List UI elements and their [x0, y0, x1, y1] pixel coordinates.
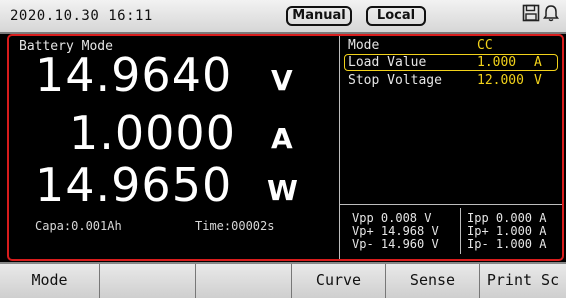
capacity-readout: Capa:0.001Ah: [35, 219, 122, 233]
load-value-unit: A: [534, 55, 542, 70]
ip-minus-readout: Ip- 1.000 A: [467, 237, 547, 251]
stop-voltage-label[interactable]: Stop Voltage: [348, 73, 442, 88]
power-unit: W: [267, 174, 298, 207]
softkey-blank-2[interactable]: [196, 264, 292, 298]
softkey-mode[interactable]: Mode: [0, 264, 100, 298]
load-value-field[interactable]: 1.000: [477, 55, 516, 70]
mode-param-value[interactable]: CC: [477, 38, 493, 53]
current-readout: 1.0000: [69, 106, 236, 160]
elapsed-time: Time:00002s: [195, 219, 275, 233]
load-value-label[interactable]: Load Value: [348, 55, 426, 70]
softkey-blank-1[interactable]: [100, 264, 196, 298]
divider-horizontal: [340, 204, 562, 205]
softkey-bar: Mode Curve Sense Print Sc: [0, 262, 566, 298]
stop-voltage-unit: V: [534, 73, 542, 88]
voltage-unit: V: [271, 64, 293, 97]
softkey-sense[interactable]: Sense: [386, 264, 480, 298]
stats-divider: [460, 208, 461, 254]
manual-pill[interactable]: Manual: [286, 6, 352, 26]
save-icon: [522, 4, 540, 26]
bell-icon: [542, 4, 560, 26]
current-unit: A: [271, 122, 293, 155]
stop-voltage-field[interactable]: 12.000: [477, 73, 524, 88]
divider-vertical: [339, 36, 340, 259]
mode-param-label: Mode: [348, 38, 380, 53]
softkey-curve[interactable]: Curve: [292, 264, 386, 298]
status-bar: 2020.10.30 16:11 Manual Local: [0, 0, 566, 34]
local-pill[interactable]: Local: [366, 6, 426, 26]
datetime: 2020.10.30 16:11: [10, 8, 153, 24]
softkey-print-screen[interactable]: Print Sc: [480, 264, 566, 298]
power-readout: 14.9650: [35, 158, 233, 212]
vp-minus-readout: Vp- 14.960 V: [352, 237, 439, 251]
measurement-panel: Battery Mode 14.9640 V 1.0000 A 14.9650 …: [7, 34, 564, 261]
voltage-readout: 14.9640: [35, 48, 233, 102]
